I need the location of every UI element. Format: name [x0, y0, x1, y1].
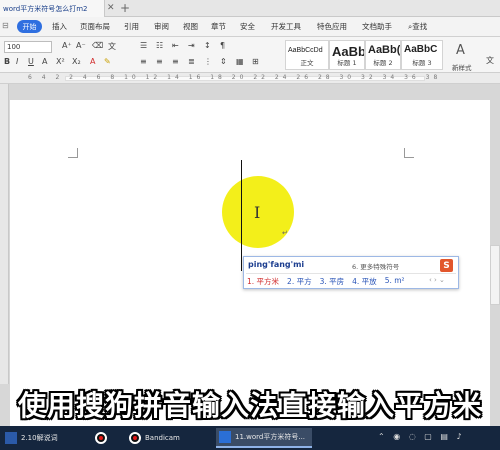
horizontal-ruler[interactable]: 6 4 2 2 4 6 8 10 12 14 16 18 20 22 24 26…: [0, 73, 500, 84]
search-menu[interactable]: ⌕查找: [408, 21, 427, 32]
style-normal[interactable]: AaBbCcDd 正文: [285, 40, 329, 70]
ime-page-arrows[interactable]: ‹ › ⌄: [429, 276, 445, 284]
borders-icon[interactable]: ⊞: [252, 57, 259, 66]
italic-icon[interactable]: I: [16, 57, 18, 66]
menu-bar: ⊟ 开始 插入 页面布局 引用 审阅 视图 章节 安全 开发工具 特色应用 文档…: [0, 17, 500, 37]
paragraph-mark-icon: ↵: [282, 229, 288, 237]
shrink-font-icon[interactable]: A⁻: [76, 41, 86, 50]
align-left-icon[interactable]: ≡: [140, 57, 147, 66]
ime-candidate[interactable]: 4. 平放: [352, 276, 377, 287]
line-spacing-icon[interactable]: ⇕: [220, 57, 227, 66]
superscript-icon[interactable]: X²: [56, 57, 65, 66]
side-panel-tab[interactable]: [490, 245, 500, 305]
style-name: 正文: [300, 59, 314, 67]
distribute-icon[interactable]: ⋮: [204, 57, 212, 66]
font-color-icon[interactable]: A: [90, 57, 95, 66]
show-marks-icon[interactable]: ¶: [220, 41, 225, 50]
tab-references[interactable]: 引用: [124, 21, 139, 32]
ribbon-toolbar: 100 A⁺ A⁻ ⌫ 文 B I U A X² X₂ A ✎ ☰ ☷ ⇤ ⇥ …: [0, 37, 500, 73]
record-icon: [129, 432, 141, 444]
taskbar: 2.10解说词 Bandicam 11.word平方米符号... ⌃ ◉ ◌ ▢…: [0, 426, 500, 450]
style-name: 标题 3: [412, 59, 432, 67]
highlight-icon[interactable]: ✎: [104, 57, 111, 66]
align-right-icon[interactable]: ≡: [172, 57, 179, 66]
indent-icon[interactable]: ⇤: [172, 41, 179, 50]
clear-format-icon[interactable]: ⌫: [92, 41, 103, 50]
ime-candidate-list: 1. 平方米 2. 平方 3. 平房 4. 平放 5. m²: [247, 276, 405, 287]
task-label: 2.10解说词: [21, 434, 58, 442]
bold-icon[interactable]: B: [4, 57, 10, 66]
ime-special-symbols-tip[interactable]: 6. 更多特殊符号: [352, 261, 399, 271]
justify-icon[interactable]: ≣: [188, 57, 195, 66]
tab-page-layout[interactable]: 页面布局: [80, 21, 110, 32]
style-heading-1[interactable]: AaBb 标题 1: [329, 40, 365, 70]
ruler-ticks: 6 4 2 2 4 6 8 10 12 14 16 18 20 22 24 26…: [28, 74, 442, 81]
task-bandicam[interactable]: Bandicam: [126, 428, 210, 448]
tab-developer[interactable]: 开发工具: [271, 21, 301, 32]
task-recorder[interactable]: [92, 428, 122, 448]
margin-mark-top-right: [404, 148, 414, 158]
tab-special-apps[interactable]: 特色应用: [317, 21, 347, 32]
title-tab-bar: word平方米符号怎么打m2 ✕ +: [0, 0, 500, 17]
phonetic-icon[interactable]: 文: [108, 41, 116, 52]
task-word-doc[interactable]: 11.word平方米符号...: [216, 428, 312, 448]
grow-font-icon[interactable]: A⁺: [62, 41, 72, 50]
tab-start[interactable]: 开始: [17, 20, 42, 33]
task-label: Bandicam: [145, 434, 180, 442]
tab-review[interactable]: 审阅: [154, 21, 169, 32]
task-explainer-doc[interactable]: 2.10解说词: [2, 428, 88, 448]
tab-insert[interactable]: 插入: [52, 21, 67, 32]
new-style-button[interactable]: 新样式: [452, 62, 472, 72]
add-tab-icon[interactable]: +: [120, 1, 130, 15]
sogou-logo-icon: S: [440, 259, 453, 272]
ibeam-cursor-icon: I: [254, 203, 261, 222]
ime-divider: [246, 273, 456, 274]
close-tab-icon[interactable]: ✕: [107, 3, 115, 13]
font-size-select[interactable]: 100: [4, 41, 52, 53]
underline-icon[interactable]: U: [28, 57, 34, 66]
tab-chapter[interactable]: 章节: [211, 21, 226, 32]
bullets-icon[interactable]: ☰: [140, 41, 147, 50]
ime-candidate[interactable]: 5. m²: [385, 276, 405, 287]
ime-candidate-window: ping'fang'mi 6. 更多特殊符号 S 1. 平方米 2. 平方 3.…: [243, 256, 459, 289]
search-label: 查找: [412, 22, 428, 31]
vertical-ruler[interactable]: [0, 84, 9, 384]
style-name: 标题 2: [373, 59, 393, 67]
quick-access-icon[interactable]: ⊟: [2, 21, 9, 30]
subscript-icon[interactable]: X₂: [72, 57, 81, 66]
ime-candidate[interactable]: 3. 平房: [320, 276, 345, 287]
document-tab[interactable]: word平方米符号怎么打m2: [0, 0, 105, 17]
style-heading-3[interactable]: AaBbC 标题 3: [401, 40, 443, 70]
record-icon: [95, 432, 107, 444]
align-center-icon[interactable]: ≡: [156, 57, 163, 66]
margin-mark-top-left: [68, 148, 78, 158]
text-cursor: [241, 160, 242, 271]
outdent-icon[interactable]: ⇥: [188, 41, 195, 50]
strikethrough-icon[interactable]: A: [42, 57, 47, 66]
ime-candidate[interactable]: 2. 平方: [287, 276, 312, 287]
style-sample: AaBbCcDd: [288, 47, 323, 54]
text-tools-button[interactable]: 文: [486, 55, 494, 66]
document-tab-label: word平方米符号怎么打m2: [3, 4, 88, 13]
video-caption: 使用搜狗拼音输入法直接输入平方米: [17, 389, 482, 422]
task-label: 11.word平方米符号...: [235, 433, 306, 441]
style-heading-2[interactable]: AaBb( 标题 2: [365, 40, 401, 70]
wps-writer-icon: [219, 431, 231, 443]
numbering-icon[interactable]: ☷: [156, 41, 163, 50]
tab-view[interactable]: 视图: [183, 21, 198, 32]
tab-doc-assistant[interactable]: 文档助手: [362, 21, 392, 32]
folder-icon: [5, 432, 17, 444]
style-sample: AaBbC: [404, 44, 438, 55]
shading-icon[interactable]: ▦: [236, 57, 244, 66]
style-name: 标题 1: [337, 59, 357, 67]
sort-icon[interactable]: ↕: [204, 41, 211, 50]
tab-security[interactable]: 安全: [240, 21, 255, 32]
system-tray-icons[interactable]: ⌃ ◉ ◌ ▢ ▤ ♪: [378, 432, 465, 441]
ime-composition: ping'fang'mi: [248, 260, 305, 269]
style-sample: AaBb(: [368, 44, 401, 56]
ime-candidate[interactable]: 1. 平方米: [247, 276, 279, 287]
new-style-icon[interactable]: A: [456, 43, 465, 58]
